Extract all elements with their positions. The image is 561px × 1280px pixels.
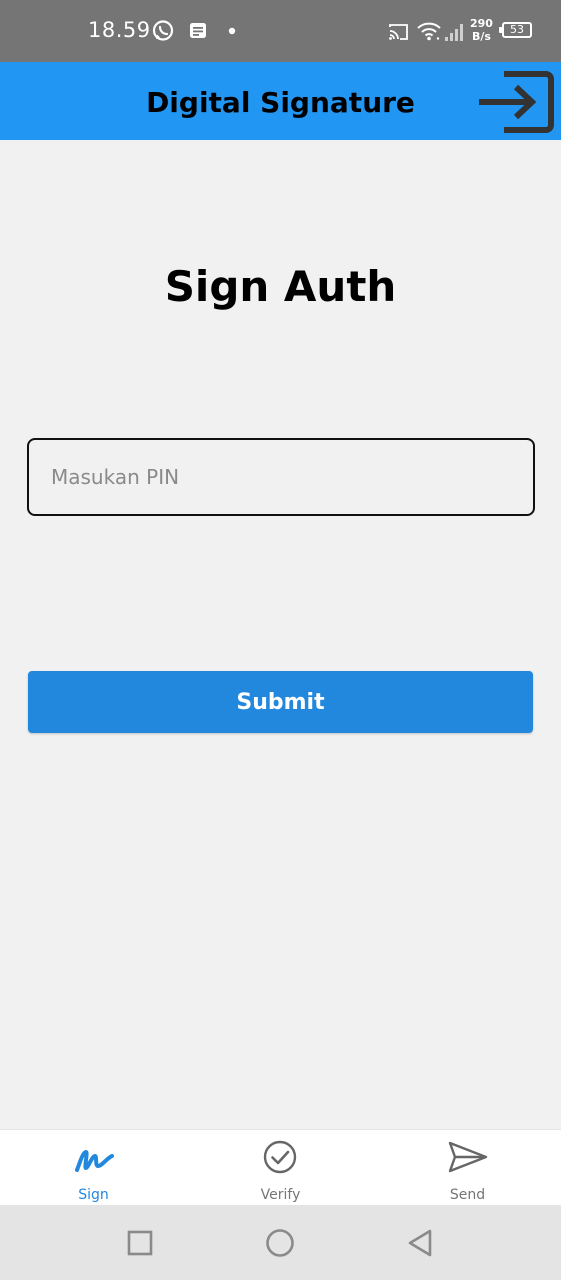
network-speed-unit: B/s [472, 30, 491, 43]
network-speed: 290 B/s [470, 17, 493, 43]
pin-input[interactable] [27, 438, 535, 516]
system-navigation-bar [0, 1205, 561, 1280]
tab-send-label: Send [449, 1187, 486, 1203]
cast-icon [389, 24, 408, 40]
app-bar: Digital Signature [0, 62, 561, 140]
tab-send[interactable]: Send [374, 1130, 561, 1206]
tab-sign-label: Sign [78, 1187, 109, 1203]
submit-button[interactable]: Submit [28, 671, 533, 733]
status-bar: 18.59 290 B/s 53 [0, 0, 561, 62]
check-circle-icon [263, 1140, 297, 1174]
whatsapp-icon [152, 20, 174, 41]
bottom-navigation: Sign Verify Send [0, 1129, 561, 1205]
login-icon[interactable] [476, 68, 556, 136]
signal-icon [445, 24, 463, 41]
tab-sign[interactable]: Sign [0, 1130, 187, 1206]
recents-square-icon[interactable] [120, 1225, 160, 1261]
battery-level: 53 [510, 23, 524, 36]
home-circle-icon[interactable] [260, 1225, 300, 1261]
battery-icon: 53 [502, 22, 532, 38]
status-time: 18.59 [88, 18, 151, 42]
message-icon [190, 23, 206, 38]
tab-verify[interactable]: Verify [187, 1130, 374, 1206]
network-speed-value: 290 [470, 17, 493, 30]
signature-icon [75, 1150, 114, 1172]
back-triangle-icon[interactable] [400, 1225, 440, 1261]
dot-icon [228, 27, 236, 35]
tab-verify-label: Verify [260, 1187, 301, 1203]
wifi-icon [417, 22, 441, 41]
send-icon [448, 1141, 488, 1173]
page-title: Sign Auth [164, 262, 397, 311]
